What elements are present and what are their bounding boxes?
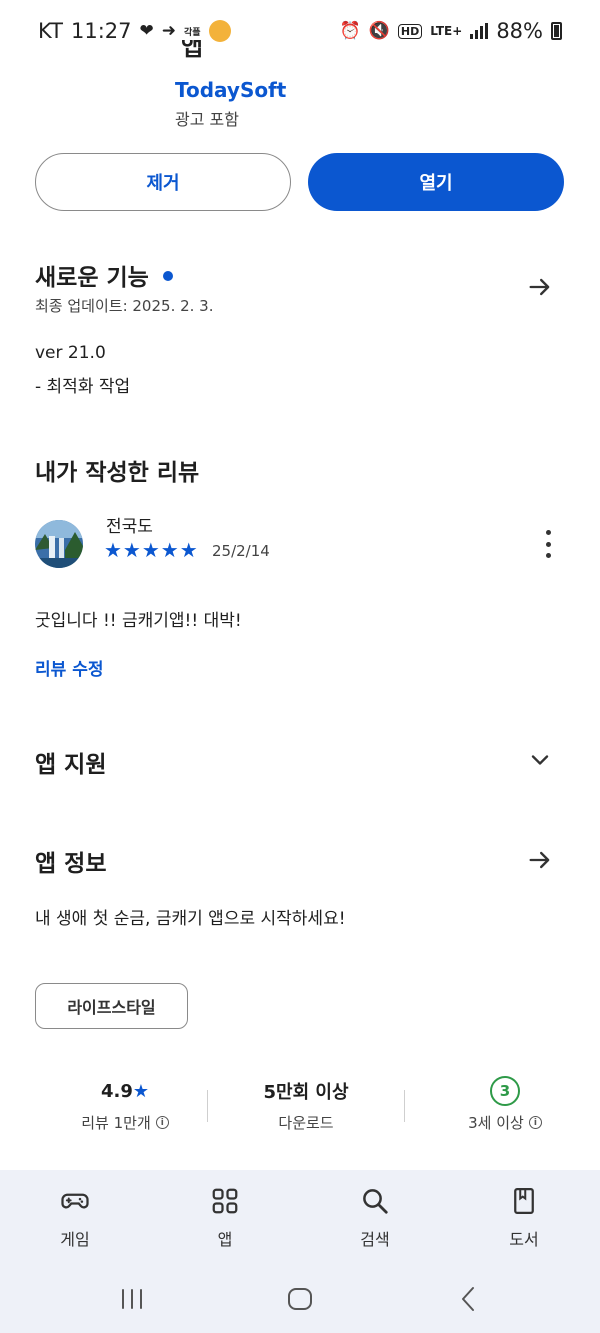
more-options-icon[interactable] <box>538 530 558 558</box>
open-button[interactable]: 열기 <box>308 153 564 211</box>
nav-books-label: 도서 <box>509 1230 539 1249</box>
developer-link[interactable]: TodaySoft <box>175 78 286 102</box>
info-icon[interactable]: i <box>528 1116 542 1129</box>
rating-stat: 4.9 ★ 리뷰 1만개 i <box>40 1078 210 1133</box>
star-icon: ★ <box>132 1080 150 1102</box>
rating-value: 4.9 <box>100 1080 133 1102</box>
rating-label: 리뷰 1만개 <box>81 1114 151 1132</box>
signal-icon <box>470 23 489 39</box>
coin-icon <box>208 20 231 42</box>
downloads-stat: 5만회 이상 다운로드 <box>222 1078 390 1133</box>
review-text: 굿입니다 !! 금캐기앱!! 대박! <box>35 611 242 631</box>
downloads-value: 5만회 이상 <box>263 1082 349 1103</box>
nav-books[interactable]: 도서 <box>474 1186 574 1250</box>
book-icon <box>514 1188 534 1214</box>
apps-grid-icon <box>212 1188 238 1214</box>
nav-games-label: 게임 <box>60 1230 90 1249</box>
whats-new-header[interactable]: 새로운 기능 <box>35 258 173 292</box>
last-updated: 최종 업데이트: 2025. 2. 3. <box>35 297 214 315</box>
update-note: - 최적화 작업 <box>35 377 131 397</box>
chevron-down-icon[interactable] <box>526 746 554 774</box>
edit-review-link[interactable]: 리뷰 수정 <box>35 655 103 680</box>
status-bar: KT 11:27 ❤ ➜ 각플 ⏰ 🔇 HD LTE+ 88% <box>0 0 600 62</box>
ads-notice: 광고 포함 <box>175 110 239 129</box>
nav-search-label: 검색 <box>360 1230 390 1249</box>
whats-new-title: 새로운 기능 <box>35 265 149 291</box>
review-date: 25/2/14 <box>212 542 270 560</box>
lte-icon: LTE+ <box>430 24 463 38</box>
clock: 11:27 <box>70 19 132 43</box>
nav-apps-label: 앱 <box>217 1230 233 1249</box>
app-description: 내 생애 첫 순금, 금캐기 앱으로 시작하세요! <box>35 909 346 929</box>
app-badge-icon: 각플 <box>184 27 201 38</box>
runner-icon: ➜ <box>161 20 176 41</box>
downloads-label: 다운로드 <box>278 1114 334 1132</box>
app-info-title[interactable]: 앱 정보 <box>35 844 107 878</box>
nav-search[interactable]: 검색 <box>325 1186 425 1250</box>
my-review-title: 내가 작성한 리뷰 <box>35 460 200 486</box>
battery-icon <box>551 22 562 40</box>
back-icon[interactable] <box>455 1284 483 1314</box>
recent-apps-icon[interactable] <box>118 1284 146 1314</box>
battery-percent: 88% <box>496 19 543 43</box>
mute-icon: 🔇 <box>368 20 390 41</box>
heart-icon: ❤ <box>139 20 154 41</box>
home-icon[interactable] <box>285 1284 315 1314</box>
arrow-right-icon[interactable] <box>526 846 554 874</box>
bottom-navigation: 게임 앱 검색 도서 <box>0 1170 600 1333</box>
stat-divider <box>404 1090 405 1122</box>
info-icon[interactable]: i <box>155 1116 169 1129</box>
avatar <box>35 520 83 568</box>
age-rating-label: 3세 이상 <box>468 1114 524 1132</box>
nav-apps[interactable]: 앱 <box>175 1186 275 1250</box>
alarm-icon: ⏰ <box>339 20 361 41</box>
stat-divider <box>207 1090 208 1122</box>
arrow-right-icon[interactable] <box>526 273 554 301</box>
search-icon <box>363 1189 388 1214</box>
gamepad-icon <box>61 1193 89 1209</box>
new-indicator-dot <box>162 270 173 281</box>
uninstall-button[interactable]: 제거 <box>35 153 291 211</box>
category-chip[interactable]: 라이프스타일 <box>35 983 188 1029</box>
rating-stars: ★★★★★ <box>104 538 199 562</box>
nav-games[interactable]: 게임 <box>25 1186 125 1250</box>
app-support-title[interactable]: 앱 지원 <box>35 745 107 779</box>
age-rating-stat: 3 3세 이상 i <box>420 1076 590 1133</box>
hd-icon: HD <box>397 23 423 39</box>
age-rating-badge: 3 <box>490 1076 520 1106</box>
reviewer-name: 전국도 <box>106 517 153 537</box>
carrier-label: KT <box>38 19 63 43</box>
app-title-partial: 앱 <box>181 40 204 61</box>
version-text: ver 21.0 <box>35 343 106 363</box>
